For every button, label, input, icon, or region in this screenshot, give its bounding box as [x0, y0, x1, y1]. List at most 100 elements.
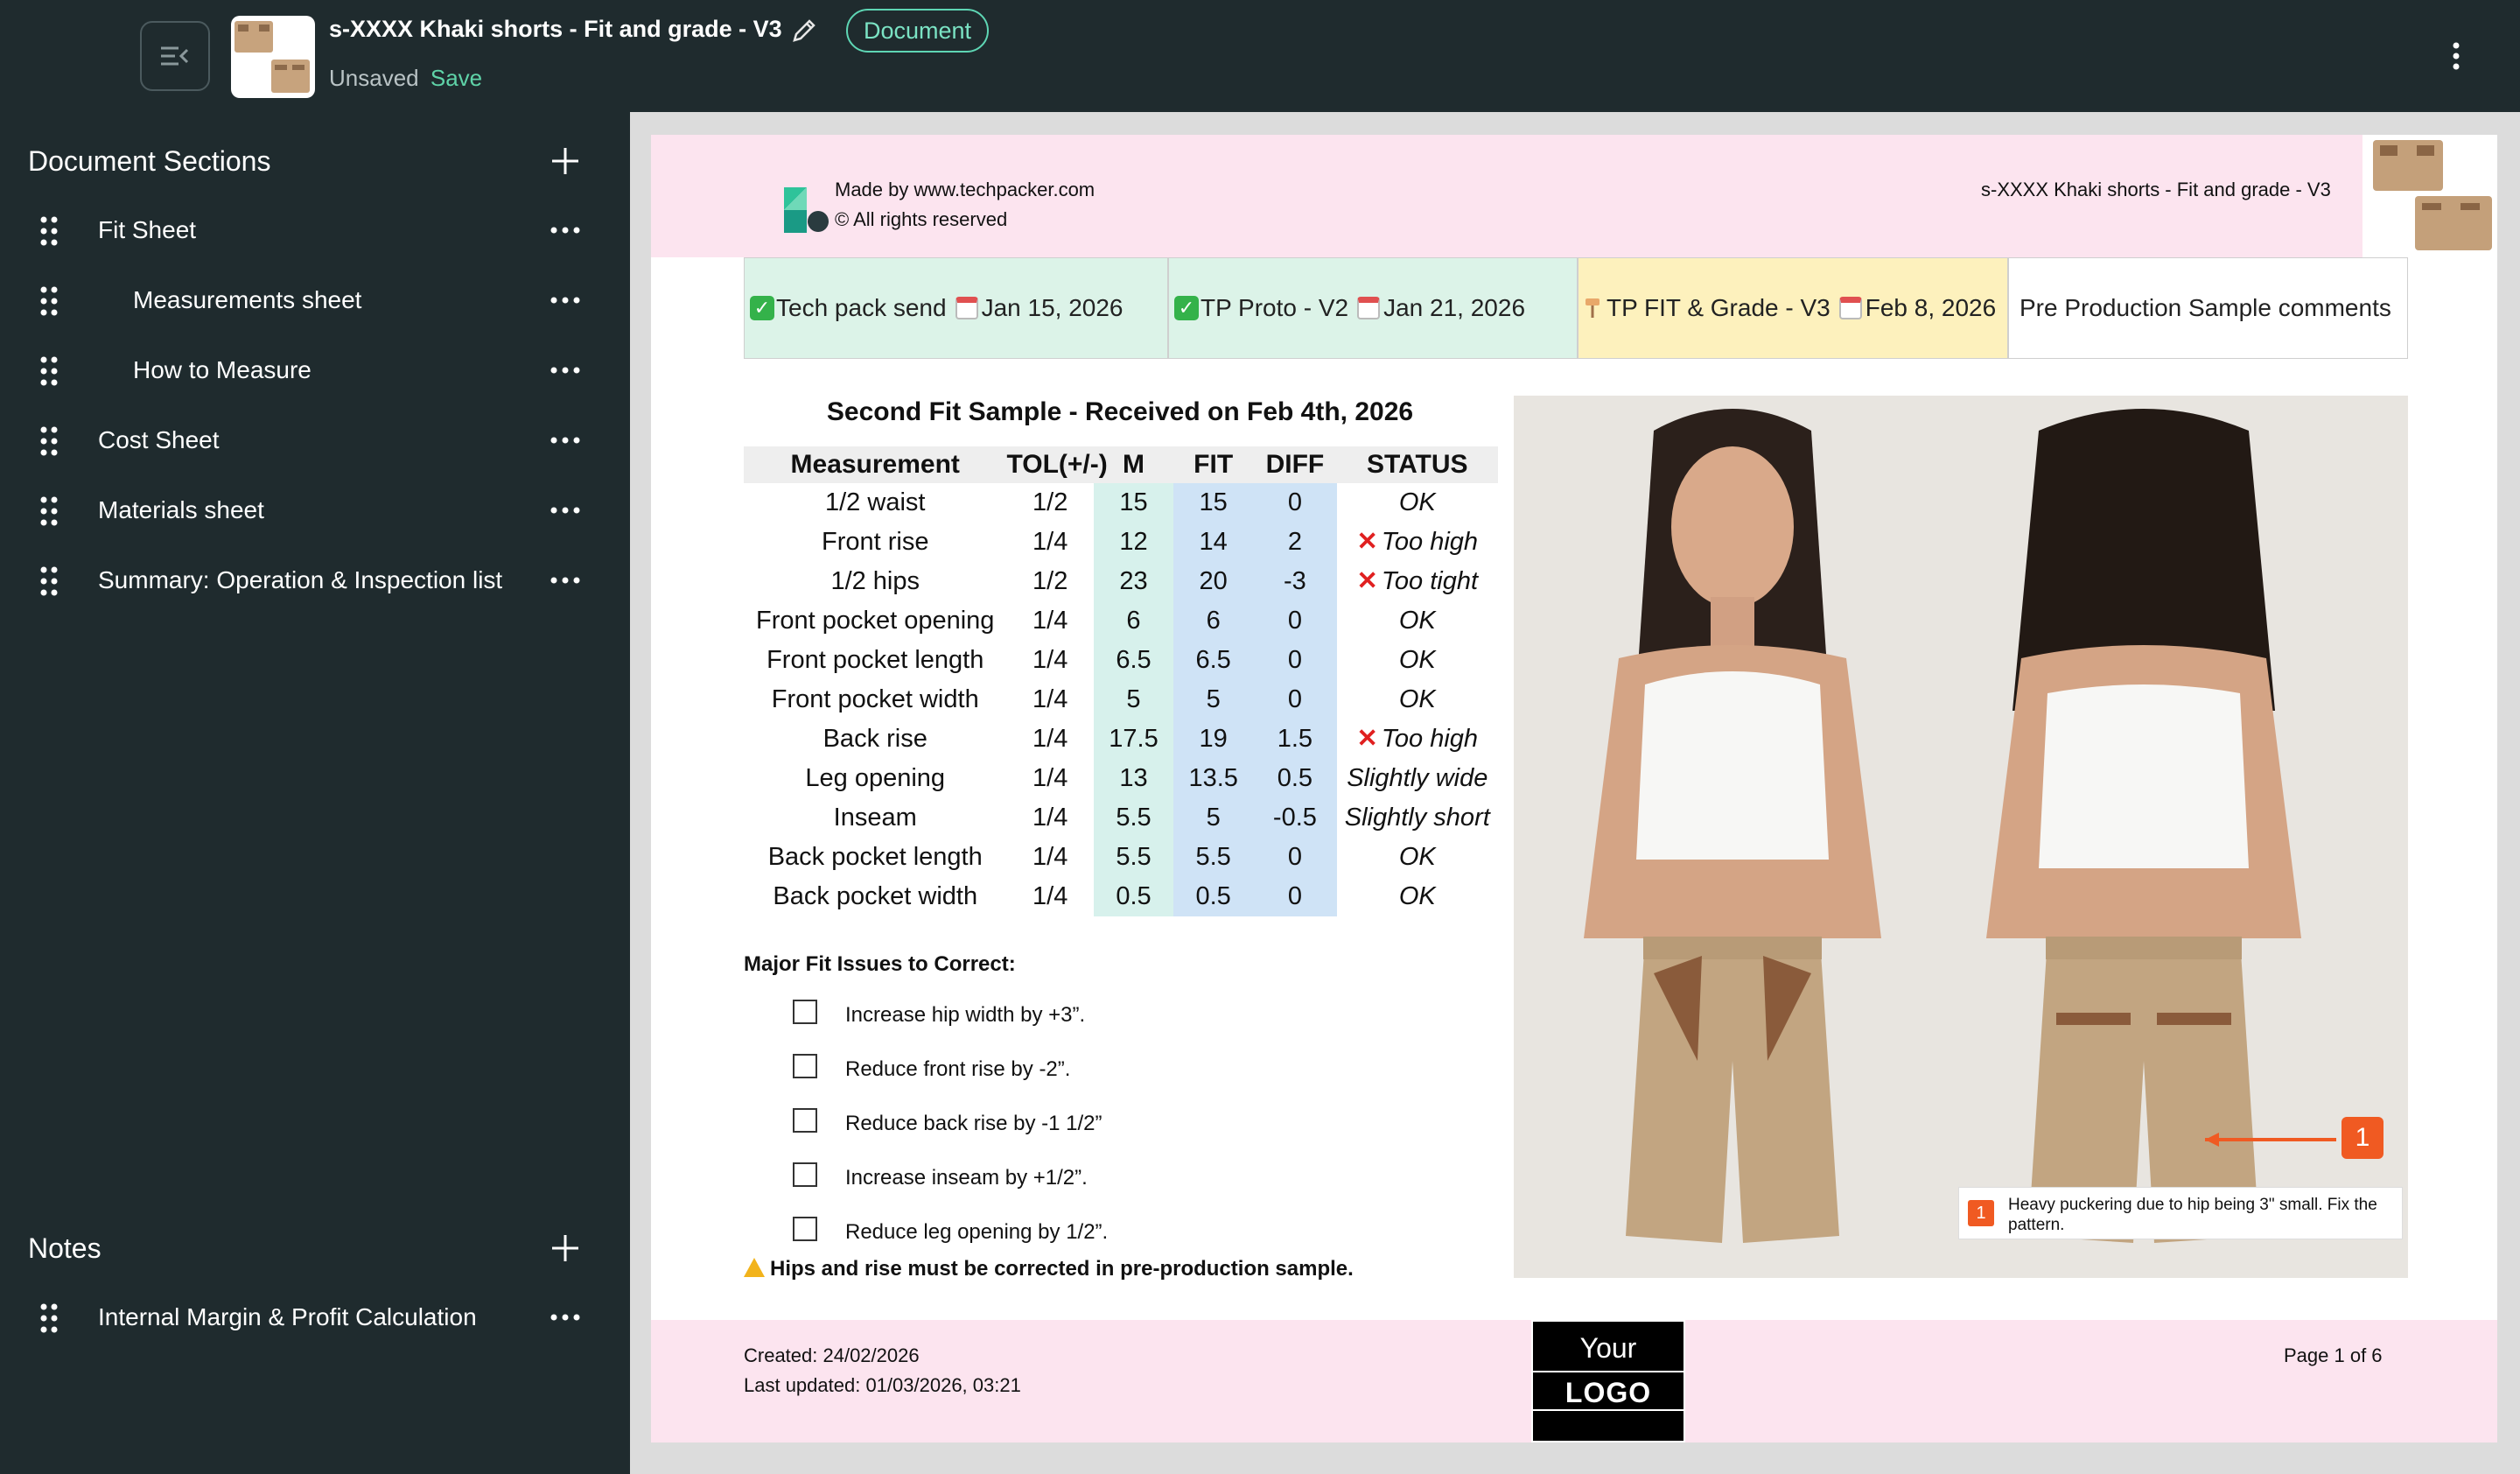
drag-handle-icon[interactable]	[38, 215, 60, 247]
m-value-cell: 15	[1093, 483, 1174, 523]
m-value-cell: 13	[1093, 759, 1174, 798]
checkbox-icon[interactable]	[793, 1000, 817, 1024]
m-value-cell: 23	[1093, 562, 1174, 601]
fit-value-cell: 5.5	[1173, 838, 1254, 877]
col-header: FIT	[1173, 446, 1254, 483]
checkbox-icon[interactable]	[793, 1162, 817, 1187]
checkbox-icon[interactable]	[793, 1217, 817, 1241]
measurement-name-cell: Leg opening	[805, 764, 946, 792]
fit-issue-item[interactable]: Reduce leg opening by 1/2”.	[793, 1215, 1405, 1246]
page-footer: Created: 24/02/2026 Last updated: 01/03/…	[651, 1320, 2497, 1442]
sidebar-collapse-button[interactable]	[140, 21, 210, 91]
more-vertical-icon[interactable]	[2443, 39, 2469, 74]
annotation-marker[interactable]: 1	[2342, 1117, 2384, 1159]
status-date: Jan 15, 2026	[981, 294, 1124, 321]
header-made-by: Made by www.techpacker.com	[835, 179, 1096, 200]
sidebar-item-label: How to Measure	[133, 356, 312, 383]
x-mark-icon: ✕	[1356, 528, 1378, 556]
drag-handle-icon[interactable]	[38, 355, 60, 387]
sidebar-item-measurements-sheet[interactable]: Measurements sheet	[0, 270, 630, 331]
fit-issue-text: Increase hip width by +3”.	[845, 1003, 1086, 1027]
status-text: Too high	[1381, 528, 1479, 556]
table-row: 1/2 waist 1/2 15 15 0 OK	[744, 483, 1498, 523]
sidebar-item-materials-sheet[interactable]: Materials sheet	[0, 480, 630, 541]
pin-icon	[1586, 298, 1600, 318]
measurement-name-cell: Front pocket width	[771, 685, 979, 713]
annotation-note[interactable]: 1 Heavy puckering due to hip being 3" sm…	[1958, 1187, 2403, 1239]
measurement-table-container[interactable]: Measurement TOL(+/-) M FIT DIFF STATUS 1…	[744, 446, 1498, 931]
measurement-name-cell: Back pocket width	[773, 882, 978, 910]
fit-sample-photo[interactable]: 1 1 Heavy puckering due to hip being 3" …	[1514, 396, 2408, 1278]
status-cell: OK	[1337, 641, 1498, 680]
measurement-name-cell: Front pocket length	[766, 646, 984, 674]
table-row: Back pocket length 1/4 5.5 5.5 0 OK	[744, 838, 1498, 877]
unsaved-label: Unsaved	[329, 65, 419, 91]
sidebar-note-label: Internal Margin & Profit Calculation	[98, 1303, 477, 1330]
more-horizontal-icon[interactable]	[550, 506, 581, 515]
diff-value-cell: 0	[1253, 483, 1337, 523]
diff-value-cell: 0	[1253, 601, 1337, 641]
header-thumbnail	[2362, 135, 2497, 257]
fit-issue-item[interactable]: Increase inseam by +1/2”.	[793, 1161, 1405, 1192]
calendar-icon	[1838, 297, 1862, 319]
table-row: Leg opening 1/4 13 13.5 0.5 Slightly wide	[744, 759, 1498, 798]
status-cell: ✕ Too tight	[1337, 562, 1498, 601]
table-row: Front pocket width 1/4 5 5 0 OK	[744, 680, 1498, 719]
techpacker-logo	[784, 187, 829, 233]
table-row: Back rise 1/4 17.5 19 1.5 ✕ Too high	[744, 719, 1498, 759]
sidebar-item-cost-sheet[interactable]: Cost Sheet	[0, 410, 630, 471]
more-horizontal-icon[interactable]	[550, 576, 581, 585]
fit-issue-item[interactable]: Increase hip width by +3”.	[793, 998, 1405, 1029]
col-header: TOL(+/-)	[1006, 446, 1108, 483]
more-horizontal-icon[interactable]	[550, 296, 581, 305]
more-horizontal-icon[interactable]	[550, 436, 581, 445]
drag-handle-icon[interactable]	[38, 495, 60, 527]
m-value-cell: 5.5	[1093, 798, 1174, 838]
fit-value-cell: 15	[1173, 483, 1254, 523]
fit-issues-heading: Major Fit Issues to Correct:	[744, 952, 1016, 976]
drag-handle-icon[interactable]	[38, 1302, 60, 1334]
annotation-note-text: Heavy puckering due to hip being 3" smal…	[2008, 1196, 2377, 1234]
diff-value-cell: -0.5	[1253, 798, 1337, 838]
drag-handle-icon[interactable]	[38, 425, 60, 457]
add-section-icon[interactable]	[550, 145, 581, 177]
save-button[interactable]: Save	[430, 65, 482, 91]
warning-note: Hips and rise must be corrected in pre-p…	[744, 1257, 1354, 1281]
status-text: OK	[1398, 685, 1436, 713]
drag-handle-icon[interactable]	[38, 565, 60, 597]
col-header: STATUS	[1336, 446, 1498, 483]
table-row: Back pocket width 1/4 0.5 0.5 0 OK	[744, 877, 1498, 916]
status-pre-production: Pre Production Sample comments	[2008, 257, 2408, 359]
fit-issue-item[interactable]: Reduce back rise by -1 1/2”	[793, 1106, 1405, 1138]
calendar-icon	[1357, 297, 1381, 319]
add-note-icon[interactable]	[550, 1232, 581, 1264]
drag-handle-icon[interactable]	[38, 285, 60, 317]
tolerance-cell: 1/4	[1032, 528, 1068, 556]
header-doc-title: s-XXXX Khaki shorts - Fit and grade - V3	[1981, 179, 2331, 200]
col-header: DIFF	[1253, 446, 1337, 483]
fit-value-cell: 6.5	[1173, 641, 1254, 680]
document-title[interactable]: s-XXXX Khaki shorts - Fit and grade - V3	[329, 16, 782, 43]
m-value-cell: 12	[1093, 523, 1174, 562]
m-value-cell: 0.5	[1093, 877, 1174, 916]
sidebar-item-fit-sheet[interactable]: Fit Sheet	[0, 200, 630, 261]
status-tp-proto: ✓ TP Proto - V2 Jan 21, 2026	[1168, 257, 1578, 359]
status-cell: OK	[1337, 838, 1498, 877]
sidebar-item-summary[interactable]: Summary: Operation & Inspection list	[0, 550, 630, 611]
sidebar-item-label: Materials sheet	[98, 496, 264, 523]
measurement-name-cell: Inseam	[833, 804, 917, 832]
more-horizontal-icon[interactable]	[550, 366, 581, 375]
more-horizontal-icon[interactable]	[550, 1313, 581, 1322]
sidebar-item-how-to-measure[interactable]: How to Measure	[0, 340, 630, 401]
more-horizontal-icon[interactable]	[550, 226, 581, 235]
fit-issue-item[interactable]: Reduce front rise by -2”.	[793, 1052, 1405, 1084]
checkbox-icon[interactable]	[793, 1054, 817, 1078]
tolerance-cell: 1/4	[1032, 607, 1068, 635]
sidebar-note-margin-profit[interactable]: Internal Margin & Profit Calculation	[0, 1287, 630, 1348]
document-thumbnail[interactable]	[231, 16, 315, 98]
page-number: Page 1 of 6	[2284, 1344, 2383, 1366]
edit-pencil-icon[interactable]	[789, 16, 819, 46]
tolerance-cell: 1/2	[1032, 488, 1068, 516]
checkbox-icon[interactable]	[793, 1108, 817, 1133]
fit-value-cell: 20	[1173, 562, 1254, 601]
